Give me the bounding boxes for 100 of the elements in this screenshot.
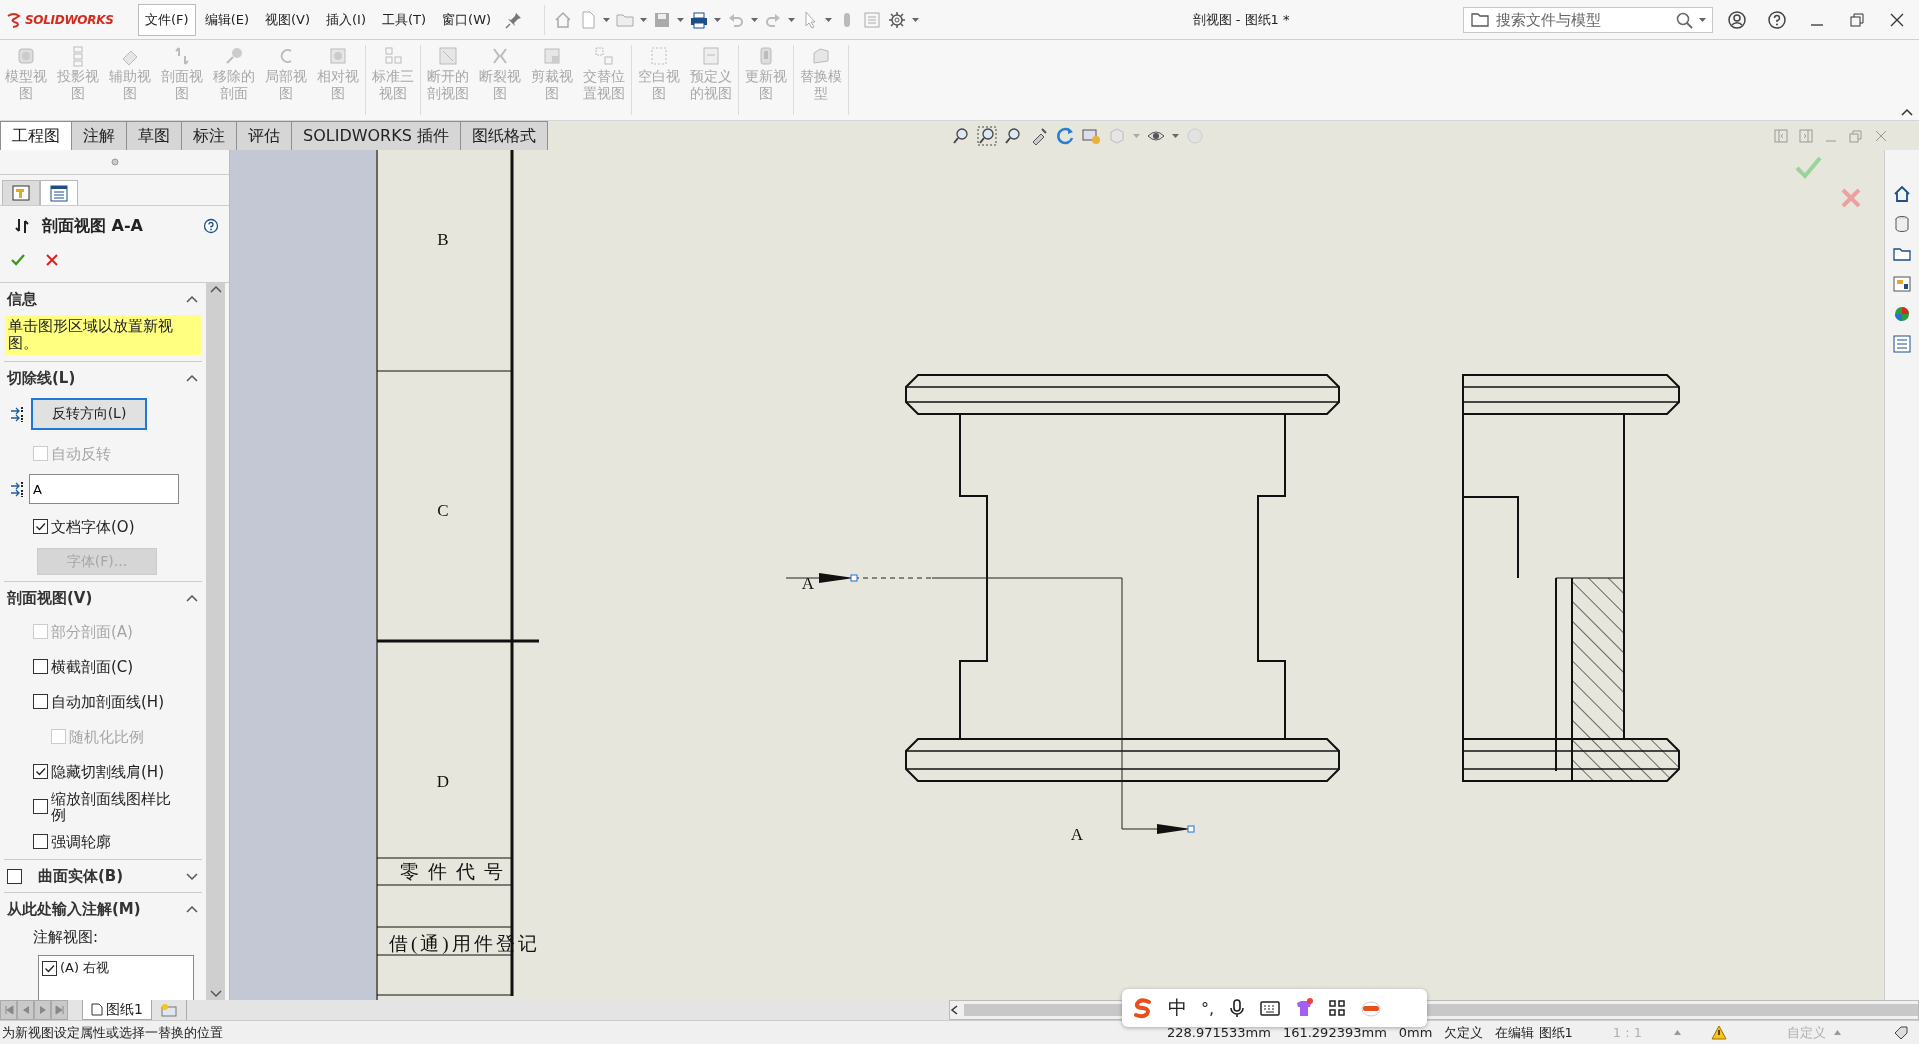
search-field[interactable]: 搜索文件与模型 xyxy=(1496,8,1669,31)
collapse-icon[interactable] xyxy=(186,373,198,383)
caret-icon[interactable] xyxy=(1699,17,1706,22)
tab[interactable]: 注解 xyxy=(71,121,127,150)
list-box[interactable]: (A) 右视 xyxy=(38,955,194,1000)
open-box-icon xyxy=(810,45,832,67)
menu-item[interactable]: 插入(I) xyxy=(319,3,373,36)
logo-icon xyxy=(6,11,22,28)
checkbox[interactable] xyxy=(42,960,57,976)
user-icon[interactable] xyxy=(1727,9,1747,30)
scroll-left-icon[interactable] xyxy=(950,1005,960,1015)
menu-item[interactable]: 编辑(E) xyxy=(197,3,256,36)
scroll-up-icon[interactable] xyxy=(209,285,222,294)
checkbox[interactable] xyxy=(33,834,48,849)
collapse-icon[interactable] xyxy=(1901,108,1913,116)
rotate-icon[interactable] xyxy=(1054,125,1075,146)
section-title[interactable]: 切除线(L) xyxy=(7,368,180,388)
home-icon[interactable] xyxy=(1892,184,1912,204)
menu-item[interactable]: 工具(T) xyxy=(375,3,434,36)
collapse-icon[interactable] xyxy=(186,294,198,304)
ime-toolbar[interactable]: 中 °, xyxy=(1122,989,1427,1027)
checkbox[interactable] xyxy=(33,694,48,709)
magnifier-icon[interactable] xyxy=(976,125,997,146)
checkbox[interactable] xyxy=(33,764,48,779)
splitter-handle-icon[interactable] xyxy=(110,158,119,166)
tab[interactable]: SOLIDWORKS 插件 xyxy=(291,121,461,150)
caret-icon[interactable] xyxy=(677,17,685,22)
search-box[interactable]: 搜索文件与模型 xyxy=(1463,6,1713,33)
first-icon xyxy=(2,1004,15,1016)
checkbox[interactable] xyxy=(33,799,48,814)
tree-icon xyxy=(11,183,31,203)
cancel-icon[interactable] xyxy=(44,252,60,268)
dashed-page-icon xyxy=(648,45,670,67)
settings-icon[interactable] xyxy=(887,9,908,30)
checkbox[interactable] xyxy=(33,659,48,674)
list-icon xyxy=(49,183,69,203)
tab[interactable]: 标注 xyxy=(181,121,237,150)
ime-logo-icon[interactable] xyxy=(1132,997,1154,1019)
collapse-icon[interactable] xyxy=(186,593,198,603)
help-icon[interactable] xyxy=(203,218,219,234)
magnifier-icon[interactable] xyxy=(1002,125,1023,146)
checkbox-label: 隐藏切割线肩(H) xyxy=(51,763,165,780)
info-message: 单击图形区域以放置新视图。 xyxy=(5,315,201,355)
text-field[interactable]: A xyxy=(29,474,179,504)
status-message: 为新视图设定属性或选择一替换的位置 xyxy=(1,1023,224,1042)
menu-item[interactable]: 视图(V) xyxy=(258,3,318,36)
punctuation-mode[interactable]: °, xyxy=(1201,998,1215,1018)
microphone-icon[interactable] xyxy=(1228,998,1247,1018)
diagonal-box-icon xyxy=(437,45,459,67)
checkbox[interactable] xyxy=(7,868,22,884)
view-palette-icon[interactable] xyxy=(1892,274,1912,294)
help-icon[interactable] xyxy=(1767,9,1787,30)
ok-icon[interactable] xyxy=(10,252,26,268)
caret-icon[interactable] xyxy=(603,17,611,22)
shirt-icon[interactable] xyxy=(1294,998,1315,1018)
caret-icon[interactable] xyxy=(1171,133,1179,138)
tab[interactable]: 工程图 xyxy=(0,121,72,150)
warning-icon[interactable] xyxy=(1711,1024,1727,1041)
properties-list-icon[interactable] xyxy=(1892,334,1912,354)
tab[interactable]: 草图 xyxy=(126,121,182,150)
cylinder-icon[interactable] xyxy=(1892,214,1912,234)
status-field: 228.971533mm xyxy=(1167,1025,1271,1040)
tab[interactable]: 图纸格式 xyxy=(459,121,548,150)
panel-button[interactable]: 反转方向(L) xyxy=(31,398,147,430)
section-title[interactable]: 从此处输入注解(M) xyxy=(7,899,180,919)
caret-icon[interactable] xyxy=(640,17,648,22)
scroll-down-icon[interactable] xyxy=(209,989,222,998)
section-title[interactable]: 剖面视图(V) xyxy=(7,588,180,608)
caret-icon[interactable] xyxy=(825,17,833,22)
zone-label: C xyxy=(437,501,449,520)
menu-item[interactable]: 文件(F) xyxy=(138,3,196,36)
section-title[interactable]: 信息 xyxy=(7,289,180,309)
caret-icon[interactable] xyxy=(788,17,796,22)
keyboard-icon[interactable] xyxy=(1260,999,1281,1017)
zone-label: D xyxy=(436,772,450,791)
caret-icon[interactable] xyxy=(912,17,920,22)
confirm-check-icon xyxy=(1795,156,1822,179)
collapse-icon[interactable] xyxy=(186,904,198,914)
section-title[interactable]: 曲面实体(B) xyxy=(38,866,180,886)
magnifier-icon[interactable] xyxy=(950,125,971,146)
search-icon[interactable] xyxy=(1675,10,1693,29)
checkbox-label: 横截剖面(C) xyxy=(51,658,134,675)
caret-icon[interactable] xyxy=(751,17,759,22)
caret-icon[interactable] xyxy=(714,17,722,22)
expand-icon[interactable] xyxy=(186,871,198,881)
tab[interactable]: 评估 xyxy=(236,121,292,150)
section-label: A xyxy=(801,574,815,593)
color-ball-icon[interactable] xyxy=(1892,304,1912,324)
feature-tree-tab[interactable] xyxy=(2,180,40,205)
checkbox[interactable] xyxy=(33,519,48,534)
sheet-tab[interactable]: 图纸1 xyxy=(82,1000,152,1020)
status-field: 1 : 1 xyxy=(1612,1025,1642,1040)
grid-icon[interactable] xyxy=(1328,999,1347,1017)
dashed-boxes-icon xyxy=(593,45,615,67)
tag-icon[interactable] xyxy=(1893,1024,1909,1041)
ime-mode[interactable]: 中 xyxy=(1168,995,1187,1021)
printer-icon[interactable] xyxy=(689,9,710,30)
mascot-icon[interactable] xyxy=(1360,998,1383,1018)
property-manager-tab[interactable] xyxy=(40,180,78,205)
menu-item[interactable]: 窗口(W) xyxy=(435,3,499,36)
